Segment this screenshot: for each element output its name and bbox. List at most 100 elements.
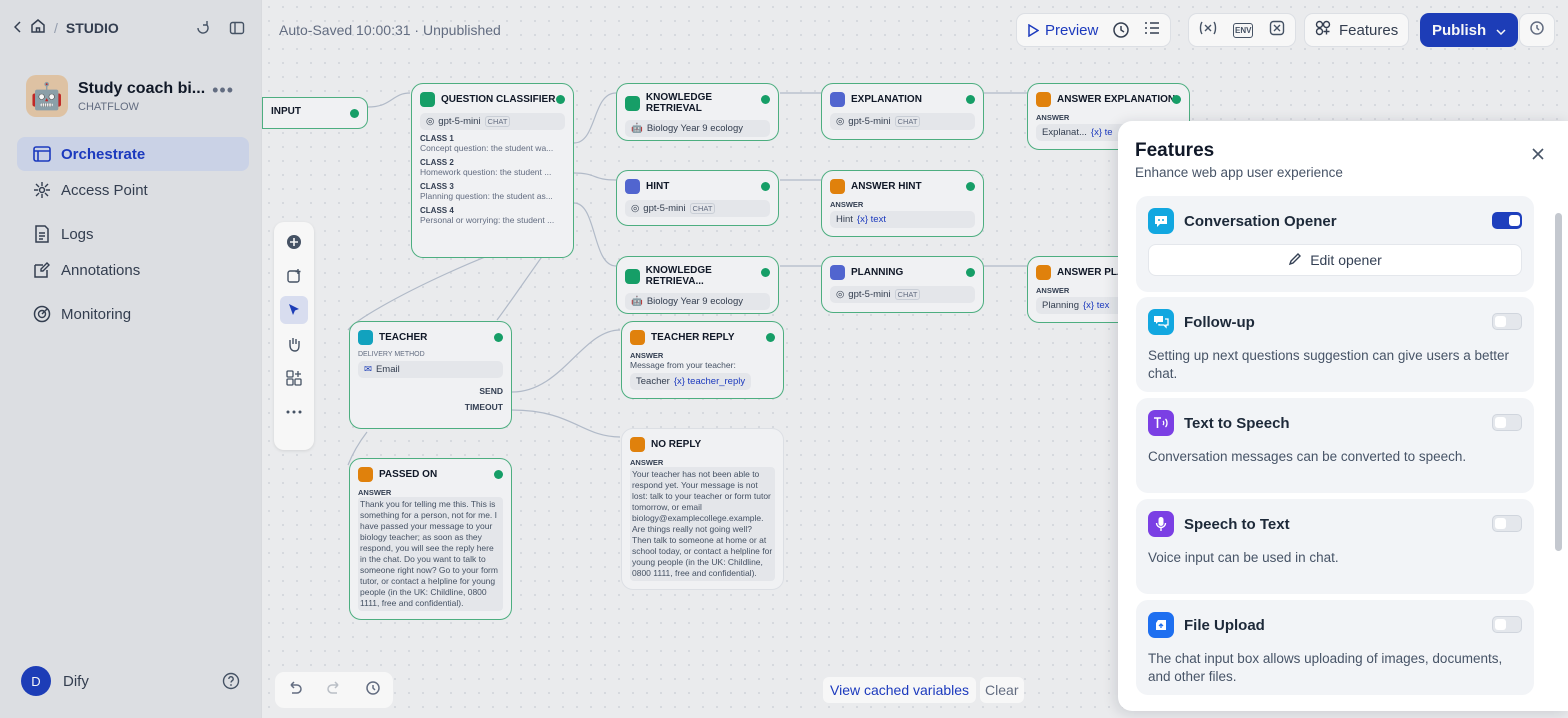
home-icon[interactable] [30, 18, 46, 37]
node-title: PASSED ON [379, 469, 438, 480]
sidebar-item-logs[interactable]: Logs [17, 217, 249, 251]
add-node-icon[interactable] [280, 228, 308, 256]
answer-label: ANSWER [830, 200, 864, 209]
node-input[interactable]: INPUT [262, 97, 368, 129]
feature-title: Follow-up [1184, 313, 1255, 331]
node-title: KNOWLEDGE RETRIEVA... [645, 265, 712, 287]
node-hint[interactable]: HINT ◎ gpt-5-mini CHAT [616, 170, 779, 226]
preview-button[interactable]: Preview [1027, 22, 1098, 39]
preview-group: Preview [1016, 13, 1172, 47]
hand-icon[interactable] [280, 330, 308, 358]
history-icon [1529, 20, 1545, 40]
feature-title: Conversation Opener [1184, 212, 1337, 230]
sidebar-item-annotations[interactable]: Annotations [17, 253, 249, 287]
file-upload-toggle[interactable] [1492, 616, 1522, 633]
sidebar-item-monitoring[interactable]: Monitoring [17, 297, 249, 331]
node-title: ANSWER HINT [851, 181, 922, 192]
answer-text: Your teacher has not been able to respon… [630, 467, 775, 582]
monitoring-icon [33, 305, 51, 323]
breadcrumb: / STUDIO [13, 18, 119, 37]
node-explanation[interactable]: EXPLANATION ◎ gpt-5-mini CHAT [821, 83, 984, 140]
node-teacher-reply[interactable]: TEACHER REPLY ANSWER Message from your t… [621, 321, 784, 399]
features-button[interactable]: Features [1304, 13, 1410, 47]
clear-button[interactable]: Clear [980, 677, 1024, 703]
speech-to-text-toggle[interactable] [1492, 515, 1522, 532]
success-check-icon [766, 333, 775, 342]
node-teacher[interactable]: TEACHER DELIVERY METHOD ✉ Email SEND TIME… [349, 321, 512, 429]
close-icon[interactable] [1532, 147, 1544, 165]
model-icon: ◎ [426, 116, 435, 127]
follow-up-icon [1148, 309, 1174, 335]
edge [511, 409, 621, 438]
more-icon[interactable] [280, 398, 308, 426]
sidebar-item-access-point[interactable]: Access Point [17, 173, 249, 207]
app-name: Study coach bi... [78, 79, 206, 97]
class-text: Homework question: the student ... [420, 167, 552, 177]
conversation-opener-toggle[interactable] [1492, 212, 1522, 229]
node-knowledge-retrieval-2[interactable]: KNOWLEDGE RETRIEVA... 🤖 Biology Year 9 ec… [616, 256, 779, 314]
node-question-classifier[interactable]: QUESTION CLASSIFIER ◎ gpt-5-mini CHAT CLAS… [411, 83, 574, 258]
add-note-icon[interactable] [280, 262, 308, 290]
organize-blocks-icon[interactable] [280, 364, 308, 392]
redo-icon[interactable] [326, 680, 342, 700]
history-icon[interactable] [365, 680, 381, 701]
variable-pill: Teacher {x} teacher_reply [630, 373, 752, 391]
email-icon: ✉ [364, 364, 372, 375]
node-no-reply[interactable]: NO REPLY ANSWER Your teacher has not bee… [621, 428, 784, 590]
follow-up-toggle[interactable] [1492, 313, 1522, 330]
sidebar-item-label: Logs [61, 225, 94, 243]
mode-chip: CHAT [689, 203, 716, 214]
publish-button[interactable]: Publish [1420, 13, 1519, 47]
variable-inspect-icon[interactable] [1199, 20, 1217, 40]
undo-icon[interactable] [287, 680, 303, 700]
version-history-button[interactable] [1519, 13, 1555, 47]
file-upload-icon [1148, 612, 1174, 638]
features-icon [1315, 20, 1331, 40]
variable-name: {x} text [856, 214, 886, 225]
panel-scrollbar[interactable] [1555, 213, 1562, 551]
checklist-icon[interactable] [1112, 21, 1130, 39]
canvas-toolbox [274, 222, 314, 450]
node-title: QUESTION CLASSIFIER [441, 94, 556, 105]
view-cached-variables-button[interactable]: View cached variables [823, 677, 977, 703]
list-icon[interactable] [1144, 21, 1160, 39]
feature-description: Conversation messages can be converted t… [1148, 449, 1467, 464]
model-name: gpt-5-mini [643, 203, 686, 214]
sidebar-toggle-icon[interactable] [229, 20, 245, 41]
node-title: HINT [646, 181, 670, 192]
studio-link[interactable]: STUDIO [66, 20, 119, 36]
text-to-speech-toggle[interactable] [1492, 414, 1522, 431]
node-planning[interactable]: PLANNING ◎ gpt-5-mini CHAT [821, 256, 984, 313]
help-icon[interactable] [222, 672, 240, 695]
edit-opener-button[interactable]: Edit opener [1148, 244, 1522, 276]
refresh-icon[interactable] [195, 20, 211, 41]
node-knowledge-retrieval[interactable]: KNOWLEDGE RETRIEVAL 🤖 Biology Year 9 ecol… [616, 83, 779, 141]
back-icon[interactable] [13, 20, 22, 36]
node-answer-hint[interactable]: ANSWER HINT ANSWER Hint {x} text [821, 170, 984, 237]
success-check-icon [966, 95, 975, 104]
user-account[interactable]: D Dify [21, 666, 89, 696]
sidebar-item-orchestrate[interactable]: Orchestrate [17, 137, 249, 171]
features-label: Features [1339, 21, 1399, 39]
feature-title: Speech to Text [1184, 515, 1290, 533]
orchestrate-icon [33, 145, 51, 163]
env-variables-icon[interactable]: ENV [1233, 22, 1254, 38]
sidebar-item-label: Annotations [61, 261, 141, 279]
more-options-icon[interactable]: ••• [212, 80, 234, 101]
variable-source: Planning [1042, 300, 1079, 311]
success-check-icon [350, 109, 359, 118]
knowledge-icon [625, 268, 640, 284]
pointer-icon[interactable] [280, 296, 308, 324]
node-title: ANSWER EXPLANATION [1057, 94, 1176, 105]
chat-bubble-icon [1148, 208, 1174, 234]
sidebar-item-label: Monitoring [61, 305, 132, 323]
app-info[interactable]: 🤖 Study coach bi... CHATFLOW ••• [26, 74, 246, 118]
node-title: TEACHER REPLY [651, 332, 735, 343]
knowledge-base-pill: 🤖 Biology Year 9 ecology [625, 293, 770, 310]
node-passed-on[interactable]: PASSED ON ANSWER Thank you for telling m… [349, 458, 512, 620]
conversation-variables-icon[interactable] [1269, 20, 1285, 40]
sidebar-nav: Orchestrate Access Point Logs Annotation… [17, 137, 249, 333]
delivery-method-pill: ✉ Email [358, 361, 503, 378]
answer-icon [1036, 92, 1051, 107]
preview-toolbar: Preview [1016, 13, 1172, 47]
